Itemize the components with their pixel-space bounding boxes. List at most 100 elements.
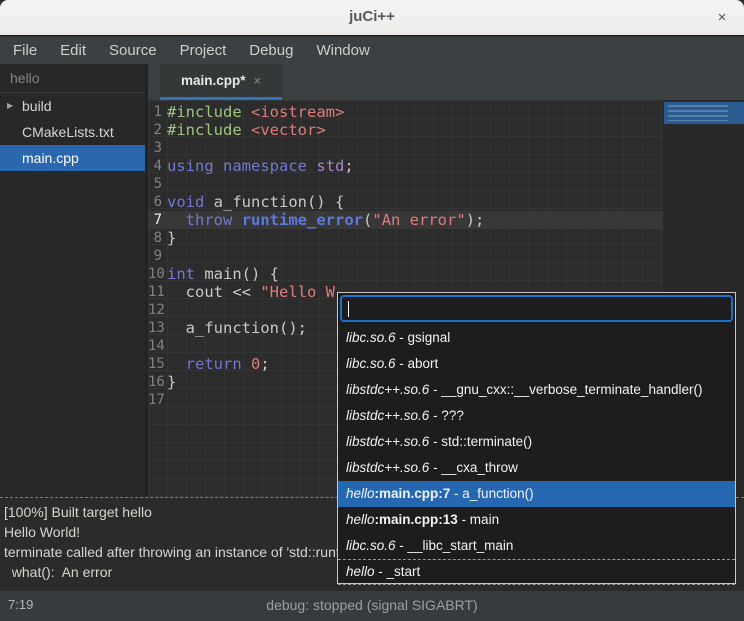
stack-frame-fn: - a_function(): [450, 486, 533, 501]
stack-frame-lib: libstdc++.so.6: [346, 460, 429, 475]
stack-frame-lib: hello: [346, 512, 375, 527]
project-tree-items: ▶ build CMakeLists.txt main.cpp: [0, 93, 145, 171]
code-line: 4using namespace std;: [148, 157, 663, 175]
stack-frame-item[interactable]: hello:main.cpp:13 - main: [338, 507, 735, 533]
code-token: ;: [344, 157, 353, 175]
code-token: a_function();: [167, 319, 307, 337]
project-name-header: hello: [0, 64, 145, 93]
stack-frame-item[interactable]: hello - _start: [338, 559, 735, 585]
menu-item-edit[interactable]: Edit: [57, 42, 89, 59]
menu-item-file[interactable]: File: [10, 42, 40, 59]
code-token: std: [316, 157, 344, 175]
menu-item-project[interactable]: Project: [177, 42, 230, 59]
stack-frame-fn: - gsignal: [396, 330, 451, 345]
code-line-text: cout << "Hello W: [167, 283, 335, 301]
title-bar: juCi++ ×: [0, 0, 744, 36]
line-number: 4: [148, 157, 167, 175]
code-line-text: }: [167, 373, 176, 391]
code-line-text: return 0;: [167, 355, 270, 373]
text-cursor: [348, 301, 349, 317]
stack-frame-item[interactable]: libstdc++.so.6 - __gnu_cxx::__verbose_te…: [338, 377, 735, 403]
line-number: 3: [148, 139, 167, 157]
sidebar-item-cmakelists-txt[interactable]: CMakeLists.txt: [0, 119, 145, 145]
code-line: 9: [148, 247, 663, 265]
code-line-text: void a_function() {: [167, 193, 344, 211]
menu-item-window[interactable]: Window: [313, 42, 372, 59]
code-line: 2#include <vector>: [148, 121, 663, 139]
code-token: #include: [167, 121, 242, 139]
stack-frame-item[interactable]: libstdc++.so.6 - ???: [338, 403, 735, 429]
line-number: 5: [148, 175, 167, 193]
status-bar: 7:19 debug: stopped (signal SIGABRT): [0, 591, 744, 621]
sidebar-item-build[interactable]: ▶ build: [0, 93, 145, 119]
stack-frame-item[interactable]: libstdc++.so.6 - std::terminate(): [338, 429, 735, 455]
code-token: [242, 121, 251, 139]
code-token: int: [167, 265, 195, 283]
sidebar-item-label: main.cpp: [22, 150, 79, 166]
code-token: }: [167, 373, 176, 391]
menu-item-source[interactable]: Source: [106, 42, 160, 59]
stack-frame-lib: hello: [346, 564, 375, 579]
code-line-text: }: [167, 229, 176, 247]
code-token: void: [167, 193, 204, 211]
code-token: runtime_error: [242, 211, 363, 229]
stack-frame-lib: libc.so.6: [346, 538, 396, 553]
sidebar-item-label: build: [22, 98, 52, 114]
stack-frame-lib: libc.so.6: [346, 330, 396, 345]
popup-search-input[interactable]: [340, 295, 733, 322]
line-number: 1: [148, 103, 167, 121]
code-token: [242, 103, 251, 121]
code-line: 3: [148, 139, 663, 157]
stack-frame-loc: :main.cpp:7: [375, 486, 451, 501]
line-number: 12: [148, 301, 167, 319]
sidebar-item-main-cpp[interactable]: main.cpp: [0, 145, 145, 171]
stack-frame-lib: libstdc++.so.6: [346, 408, 429, 423]
expander-icon[interactable]: ▶: [7, 93, 13, 119]
menu-item-debug[interactable]: Debug: [246, 42, 296, 59]
line-number: 11: [148, 283, 167, 301]
debug-status: debug: stopped (signal SIGABRT): [0, 597, 744, 613]
project-tree-sidebar: hello ▶ build CMakeLists.txt main.cpp: [0, 64, 145, 497]
stack-frame-item[interactable]: libc.so.6 - gsignal: [338, 325, 735, 351]
code-token: <iostream>: [251, 103, 344, 121]
line-number: 17: [148, 391, 167, 409]
code-token: namespace: [223, 157, 307, 175]
line-number: 15: [148, 355, 167, 373]
code-token: cout <<: [167, 283, 260, 301]
tooltip-text-lines: [668, 105, 728, 121]
stack-frame-item[interactable]: libc.so.6 - __libc_start_main: [338, 533, 735, 559]
code-line-text: throw runtime_error("An error");: [167, 211, 484, 229]
stack-frame-fn: - abort: [396, 356, 439, 371]
code-token: main() {: [195, 265, 279, 283]
code-token: );: [466, 211, 485, 229]
line-number: 10: [148, 265, 167, 283]
stack-frame-lib: libstdc++.so.6: [346, 382, 429, 397]
line-number: 8: [148, 229, 167, 247]
stack-frame-fn: - main: [458, 512, 499, 527]
code-line: 10int main() {: [148, 265, 663, 283]
stack-frame-item[interactable]: hello:main.cpp:7 - a_function(): [338, 481, 735, 507]
code-line: 5: [148, 175, 663, 193]
stack-frame-item[interactable]: libstdc++.so.6 - __cxa_throw: [338, 455, 735, 481]
main-content: hello ▶ build CMakeLists.txt main.cpp main.…: [0, 64, 744, 497]
stack-frame-item[interactable]: libc.so.6 - abort: [338, 351, 735, 377]
code-line: 1#include <iostream>: [148, 103, 663, 121]
code-token: using: [167, 157, 214, 175]
code-token: return: [186, 355, 242, 373]
code-token: }: [167, 229, 176, 247]
code-line-text: #include <vector>: [167, 121, 326, 139]
tab-main-cpp[interactable]: main.cpp* ×: [160, 64, 282, 100]
code-token: [307, 157, 316, 175]
code-line-text: using namespace std;: [167, 157, 354, 175]
line-number: 13: [148, 319, 167, 337]
code-token: <vector>: [251, 121, 326, 139]
line-number: 7: [148, 211, 167, 229]
close-window-icon[interactable]: ×: [712, 8, 732, 28]
code-line: 7 throw runtime_error("An error");: [148, 211, 663, 229]
stack-frame-fn: - ???: [429, 408, 464, 423]
code-line-text: #include <iostream>: [167, 103, 344, 121]
code-token: [167, 211, 186, 229]
line-number: 6: [148, 193, 167, 211]
tab-close-icon[interactable]: ×: [253, 73, 261, 88]
stack-frame-fn: - __cxa_throw: [429, 460, 518, 475]
